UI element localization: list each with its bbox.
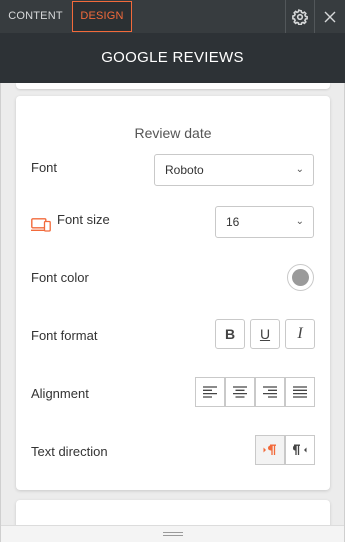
bold-button[interactable]: B [215, 319, 245, 349]
align-left-icon [203, 386, 217, 398]
font-color-label: Font color [31, 270, 89, 285]
font-format-label: Font format [31, 328, 98, 343]
chevron-down-icon: ⌄ [295, 216, 304, 227]
alignment-label: Alignment [31, 386, 89, 401]
chevron-down-icon: ⌄ [295, 164, 304, 175]
review-date-card: Review date Font Roboto ⌄ Font size 16 ⌄… [16, 96, 330, 490]
panel-content[interactable]: Review date Font Roboto ⌄ Font size 16 ⌄… [0, 83, 345, 542]
rtl-button[interactable] [285, 435, 315, 465]
color-swatch-dot [292, 269, 309, 286]
align-center-icon [233, 386, 247, 398]
settings-button[interactable] [285, 0, 313, 33]
gear-icon [291, 8, 308, 25]
font-size-value: 16 [226, 215, 240, 229]
section-title: Review date [134, 125, 212, 141]
align-justify-icon [293, 386, 307, 398]
font-label: Font [31, 160, 58, 175]
align-center-button[interactable] [225, 377, 255, 407]
font-select-value: Roboto [165, 163, 204, 177]
align-right-button[interactable] [255, 377, 285, 407]
devices-icon [31, 218, 51, 232]
font-size-label: Font size [57, 212, 110, 227]
text-direction-rtl-icon [293, 444, 307, 455]
align-left-button[interactable] [195, 377, 225, 407]
ltr-button[interactable] [255, 435, 285, 465]
close-icon [324, 11, 335, 22]
font-color-picker[interactable] [287, 264, 314, 291]
align-right-icon [263, 386, 277, 398]
close-button[interactable] [314, 0, 344, 33]
previous-card [16, 83, 330, 89]
top-bar: CONTENT DESIGN [0, 0, 345, 33]
underline-button[interactable]: U [250, 319, 280, 349]
resize-handle[interactable] [1, 525, 344, 542]
font-size-select[interactable]: 16 ⌄ [215, 206, 314, 238]
text-direction-ltr-icon [263, 444, 276, 455]
tab-design[interactable]: DESIGN [72, 1, 132, 32]
align-justify-button[interactable] [285, 377, 315, 407]
panel-title: GOOGLE REVIEWS [0, 33, 345, 83]
italic-button[interactable]: I [285, 319, 315, 349]
text-direction-label: Text direction [31, 444, 108, 459]
font-select[interactable]: Roboto ⌄ [154, 154, 314, 186]
tab-content[interactable]: CONTENT [0, 1, 71, 32]
